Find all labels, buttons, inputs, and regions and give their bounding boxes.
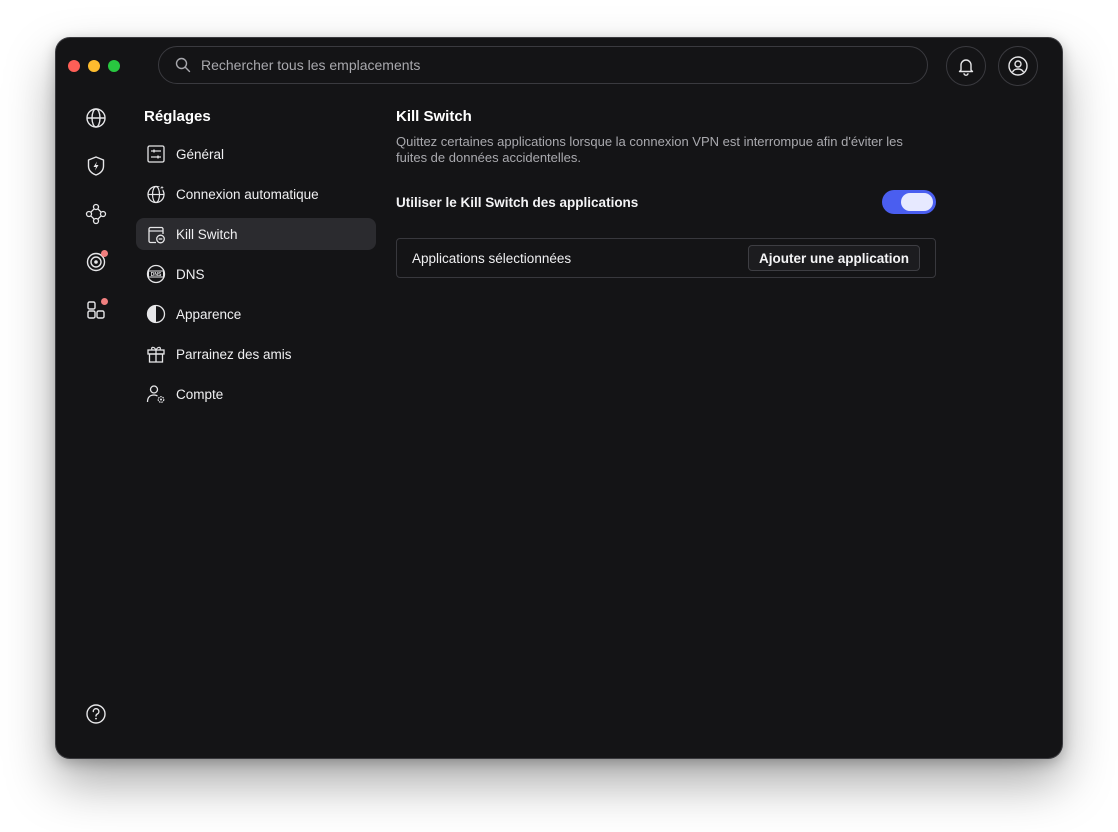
- mesh-network-icon: [85, 203, 107, 225]
- shield-bolt-icon: [87, 156, 105, 176]
- sidebar-item-auto-connect[interactable]: Connexion automatique: [136, 178, 376, 210]
- sidebar-item-label: Connexion automatique: [176, 186, 319, 202]
- sidebar-item-appearance[interactable]: Apparence: [136, 298, 376, 330]
- sidebar-item-dns[interactable]: DNS DNS: [136, 258, 376, 290]
- add-application-button[interactable]: Ajouter une application: [747, 245, 920, 271]
- help-button[interactable]: [82, 700, 110, 728]
- search-icon: [175, 57, 191, 73]
- sidebar-item-kill-switch[interactable]: Kill Switch: [136, 218, 376, 250]
- dns-icon: DNS: [146, 264, 166, 284]
- user-gear-icon: [146, 385, 165, 403]
- close-window-button[interactable]: [68, 60, 80, 72]
- rail-apps[interactable]: [82, 296, 110, 324]
- window-controls: [68, 60, 120, 72]
- page-title: Kill Switch: [396, 108, 472, 125]
- app-window: Réglages Général: [56, 38, 1062, 758]
- account-button[interactable]: [998, 46, 1038, 86]
- gift-icon: [147, 346, 165, 363]
- notification-dot: [101, 298, 108, 305]
- toggle-knob: [901, 193, 933, 211]
- search-input[interactable]: [199, 56, 803, 74]
- globe-sparkle-icon: [147, 184, 166, 204]
- sidebar-item-label: Apparence: [176, 306, 242, 322]
- rail-protection[interactable]: [82, 152, 110, 180]
- notifications-button[interactable]: [946, 46, 986, 86]
- svg-text:DNS: DNS: [151, 272, 162, 278]
- question-icon: [86, 704, 106, 724]
- sidebar-item-account[interactable]: Compte: [136, 378, 376, 410]
- kill-switch-toggle[interactable]: [882, 190, 936, 214]
- search-bar[interactable]: [158, 46, 928, 84]
- sidebar-item-label: DNS: [176, 266, 205, 282]
- sidebar-title: Réglages: [144, 108, 211, 125]
- sidebar-item-label: Compte: [176, 386, 224, 402]
- sidebar-item-general[interactable]: Général: [136, 138, 376, 170]
- notification-dot: [101, 250, 108, 257]
- rail-meshnet[interactable]: [82, 200, 110, 228]
- user-circle-icon: [1008, 56, 1028, 76]
- sliders-icon: [147, 145, 165, 163]
- bell-icon: [958, 59, 974, 76]
- minimize-window-button[interactable]: [88, 60, 100, 72]
- sidebar-item-label: Kill Switch: [176, 226, 238, 242]
- rail-threat-protection[interactable]: [82, 248, 110, 276]
- rail-globe[interactable]: [82, 104, 110, 132]
- maximize-window-button[interactable]: [108, 60, 120, 72]
- selected-apps-section: Applications sélectionnées Ajouter une a…: [396, 238, 936, 278]
- page-description: Quittez certaines applications lorsque l…: [396, 134, 903, 165]
- kill-switch-setting-row: Utiliser le Kill Switch des applications: [396, 190, 936, 218]
- sidebar-item-referral[interactable]: Parrainez des amis: [136, 338, 376, 370]
- globe-icon: [86, 108, 106, 128]
- kill-switch-icon: [148, 226, 165, 244]
- kill-switch-toggle-label: Utiliser le Kill Switch des applications: [396, 195, 639, 210]
- sidebar-item-label: Parrainez des amis: [176, 346, 292, 362]
- contrast-icon: [146, 304, 166, 324]
- sidebar-item-label: Général: [176, 146, 225, 162]
- selected-apps-label: Applications sélectionnées: [412, 251, 572, 266]
